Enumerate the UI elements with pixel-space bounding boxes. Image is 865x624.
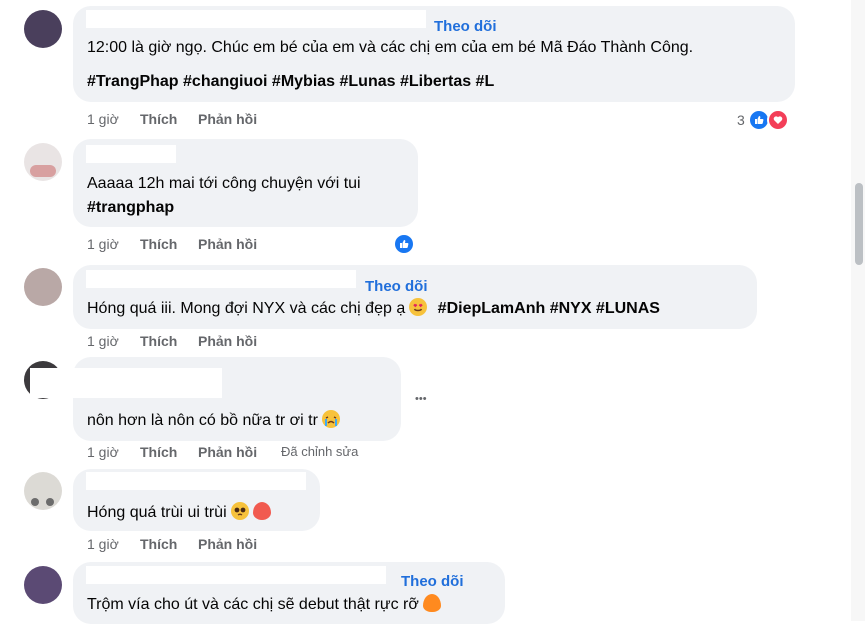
like-button[interactable]: Thích — [140, 333, 177, 349]
like-button[interactable]: Thích — [140, 236, 177, 252]
reply-button[interactable]: Phản hồi — [198, 236, 257, 252]
comment-actions: 1 giờ Thích Phản hồi — [87, 236, 287, 254]
reply-button[interactable]: Phản hồi — [198, 536, 257, 552]
comment-hashtags[interactable]: #DiepLamAnh #NYX #LUNAS — [438, 300, 660, 317]
comment-body: Trộm vía cho út và các chị sẽ debut thật… — [87, 596, 419, 613]
more-options-button[interactable]: ••• — [415, 393, 427, 405]
author-name-redacted — [86, 566, 386, 584]
comment-body: nôn hơn là nôn có bồ nữa tr ơi tr — [87, 412, 318, 429]
comment-text: 12:00 là giờ ngọ. Chúc em bé của em và c… — [87, 39, 694, 56]
follow-button[interactable]: Theo dõi — [365, 278, 428, 295]
love-icon — [767, 109, 789, 131]
author-name-redacted — [86, 10, 426, 28]
reply-button[interactable]: Phản hồi — [198, 111, 257, 127]
comment-text: Aaaaa 12h mai tới công chuyện với tui — [87, 175, 361, 192]
author-name-redacted — [86, 472, 306, 490]
author-name-redacted — [86, 270, 356, 288]
comment-actions: 1 giờ Thích Phản hồi — [87, 536, 287, 554]
like-button[interactable]: Thích — [140, 536, 177, 552]
comment-body: Hóng quá iii. Mong đợi NYX và các chị đẹ… — [87, 300, 406, 317]
pleading-emoji — [230, 502, 249, 520]
comment-actions: 1 giờ Thích Phản hồi Đã chỉnh sửa — [87, 444, 407, 462]
scrollbar-track[interactable] — [851, 0, 865, 621]
follow-button[interactable]: Theo dõi — [434, 18, 497, 35]
comment-hashtags[interactable]: #trangphap — [87, 198, 174, 218]
avatar[interactable] — [24, 143, 62, 181]
scrollbar-thumb[interactable] — [855, 183, 863, 265]
avatar[interactable] — [24, 268, 62, 306]
timestamp[interactable]: 1 giờ — [87, 536, 119, 552]
like-button[interactable]: Thích — [140, 111, 177, 127]
timestamp[interactable]: 1 giờ — [87, 444, 119, 460]
comment-text: nôn hơn là nôn có bồ nữa tr ơi tr — [87, 410, 340, 431]
crying-emoji — [321, 410, 340, 428]
author-name-redacted — [30, 368, 222, 398]
timestamp[interactable]: 1 giờ — [87, 333, 119, 349]
peach-emoji — [252, 502, 271, 520]
avatar[interactable] — [24, 566, 62, 604]
reply-button[interactable]: Phản hồi — [198, 333, 257, 349]
follow-button[interactable]: Theo dõi — [401, 573, 464, 590]
reply-button[interactable]: Phản hồi — [198, 444, 257, 460]
comment-text: Hóng quá iii. Mong đợi NYX và các chị đẹ… — [87, 298, 660, 319]
timestamp[interactable]: 1 giờ — [87, 111, 119, 127]
comment-text: Hóng quá trùi ui trùi — [87, 502, 271, 523]
avatar[interactable] — [24, 472, 62, 510]
comment-text: Trộm vía cho út và các chị sẽ debut thật… — [87, 594, 441, 615]
comment-hashtags[interactable]: #TrangPhap #changiuoi #Mybias #Lunas #Li… — [87, 72, 494, 92]
reaction-count[interactable]: 3 — [737, 112, 745, 128]
like-icon[interactable] — [393, 233, 415, 255]
comment-body: Hóng quá trùi ui trùi — [87, 504, 227, 521]
timestamp[interactable]: 1 giờ — [87, 236, 119, 252]
comment-actions: 1 giờ Thích Phản hồi — [87, 111, 287, 129]
fire-emoji — [422, 594, 441, 612]
author-name-redacted — [86, 145, 176, 163]
edited-label[interactable]: Đã chỉnh sửa — [281, 444, 358, 459]
like-button[interactable]: Thích — [140, 444, 177, 460]
avatar[interactable] — [24, 10, 62, 48]
comment-actions: 1 giờ Thích Phản hồi — [87, 333, 287, 351]
heart-eyes-emoji — [409, 298, 428, 316]
